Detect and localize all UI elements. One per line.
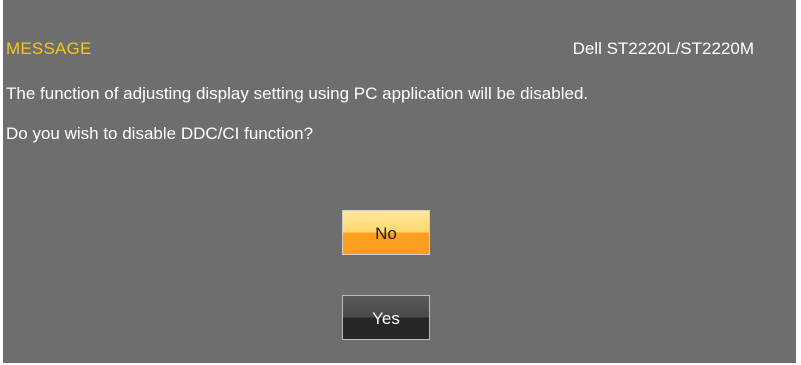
no-button[interactable]: No: [342, 210, 430, 255]
message-line-2: Do you wish to disable DDC/CI function?: [6, 124, 314, 143]
monitor-model-label: Dell ST2220L/ST2220M: [572, 39, 754, 58]
message-line-1: The function of adjusting display settin…: [6, 84, 589, 103]
osd-message-dialog: MESSAGE Dell ST2220L/ST2220M The functio…: [3, 0, 796, 363]
yes-button[interactable]: Yes: [342, 295, 430, 340]
osd-title: MESSAGE: [6, 39, 92, 58]
osd-header: MESSAGE Dell ST2220L/ST2220M: [3, 38, 796, 60]
